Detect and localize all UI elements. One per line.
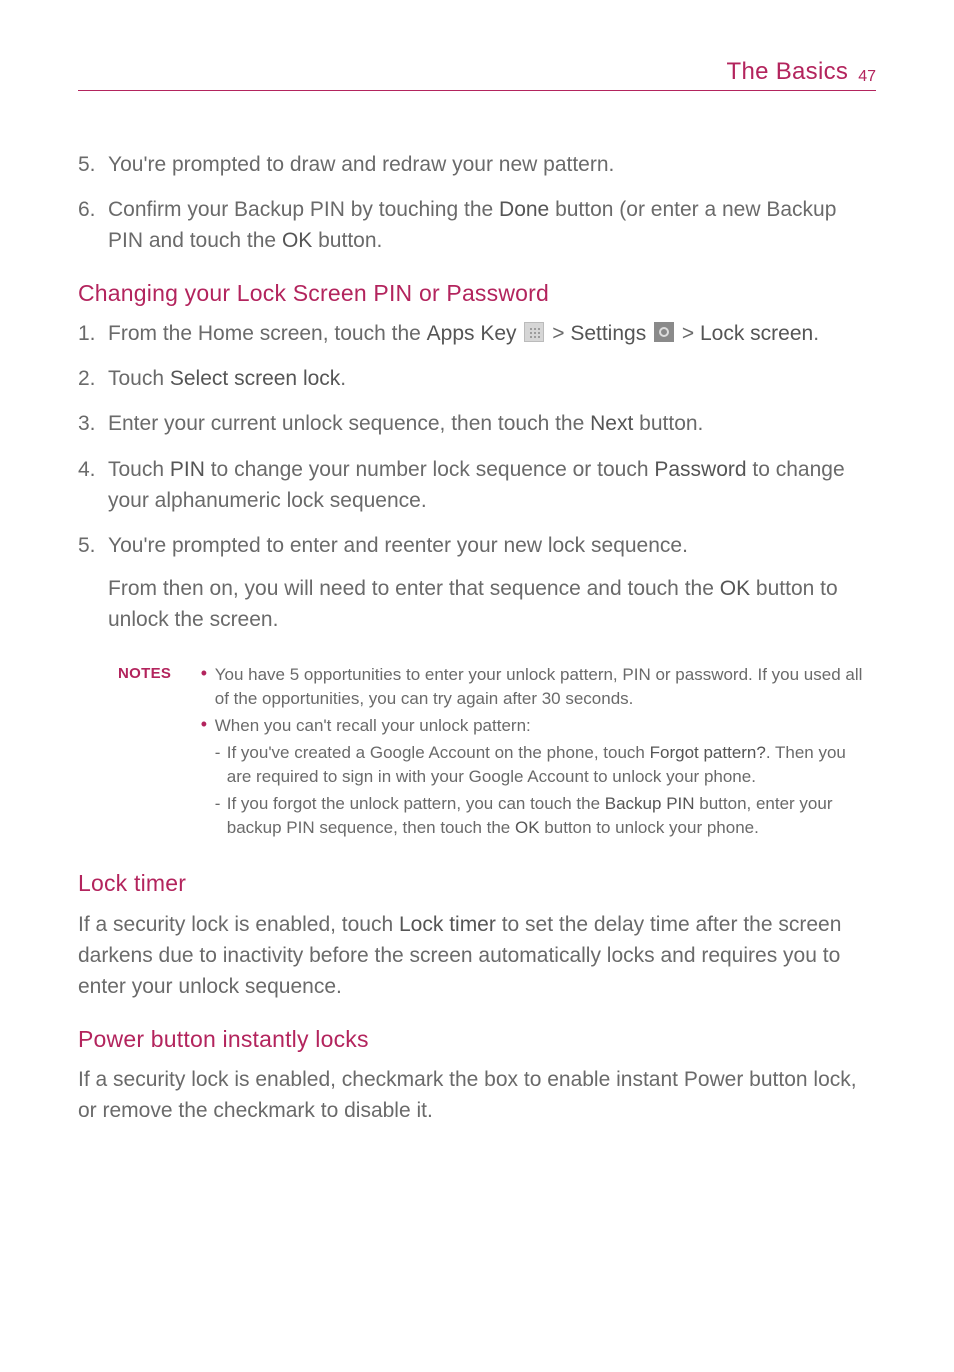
section-title: The Basics: [726, 58, 848, 86]
changing-step-5: 5. You're prompted to enter and reenter …: [78, 530, 876, 649]
ok-label: OK: [515, 818, 540, 837]
step-number: 3.: [78, 408, 108, 439]
text-fragment: button.: [633, 412, 703, 435]
done-label: Done: [499, 198, 549, 221]
power-button-paragraph: If a security lock is enabled, checkmark…: [78, 1064, 876, 1126]
note-text: When you can't recall your unlock patter…: [215, 714, 875, 738]
text-fragment: >: [676, 322, 700, 345]
step-body: From the Home screen, touch the Apps Key…: [108, 318, 876, 349]
lock-screen-label: Lock screen: [700, 322, 813, 345]
step-number: 4.: [78, 454, 108, 516]
text-fragment: .: [813, 322, 819, 345]
text-fragment: From then on, you will need to enter tha…: [108, 577, 720, 600]
text-fragment: You're prompted to enter and reenter you…: [108, 530, 876, 561]
text-fragment: Touch: [108, 458, 170, 481]
ok-label: OK: [720, 577, 750, 600]
note-text: You have 5 opportunities to enter your u…: [215, 663, 875, 711]
step-number: 1.: [78, 318, 108, 349]
text-fragment: From the Home screen, touch the: [108, 322, 427, 345]
pin-label: PIN: [170, 458, 205, 481]
text-fragment: .: [340, 367, 346, 390]
select-screen-lock-label: Select screen lock: [170, 367, 340, 390]
heading-changing-pin: Changing your Lock Screen PIN or Passwor…: [78, 276, 876, 310]
apps-key-label: Apps Key: [427, 322, 517, 345]
pattern-step-6: 6. Confirm your Backup PIN by touching t…: [78, 194, 876, 256]
note-dash-1: - If you've created a Google Account on …: [215, 741, 875, 789]
step-number: 5.: [78, 530, 108, 649]
text-fragment: button to unlock your phone.: [540, 818, 759, 837]
lock-timer-label: Lock timer: [399, 913, 496, 936]
page-header: The Basics 47: [78, 58, 876, 91]
dash-mark: -: [215, 792, 227, 840]
step-body: Enter your current unlock sequence, then…: [108, 408, 876, 439]
page-number: 47: [858, 68, 876, 86]
backup-pin-label: Backup PIN: [605, 794, 695, 813]
note-content: When you can't recall your unlock patter…: [215, 714, 875, 842]
step-body: Confirm your Backup PIN by touching the …: [108, 194, 876, 256]
step-body: You're prompted to enter and reenter you…: [108, 530, 876, 649]
step-body: You're prompted to draw and redraw your …: [108, 149, 876, 180]
bullet-dot-icon: •: [201, 663, 215, 711]
step-number: 5.: [78, 149, 108, 180]
note-bullet-2: • When you can't recall your unlock patt…: [201, 714, 875, 842]
password-label: Password: [654, 458, 746, 481]
dash-content: If you've created a Google Account on th…: [227, 741, 875, 789]
changing-step-1: 1. From the Home screen, touch the Apps …: [78, 318, 876, 349]
changing-step-4: 4. Touch PIN to change your number lock …: [78, 454, 876, 516]
notes-body: • You have 5 opportunities to enter your…: [201, 663, 875, 847]
heading-power-button: Power button instantly locks: [78, 1022, 876, 1056]
apps-key-icon: [524, 322, 544, 342]
step-body: Touch Select screen lock.: [108, 363, 876, 394]
page-container: The Basics 47 5. You're prompted to draw…: [0, 0, 954, 1204]
text-fragment: If you've created a Google Account on th…: [227, 743, 650, 762]
pattern-step-5: 5. You're prompted to draw and redraw yo…: [78, 149, 876, 180]
text-fragment: If you forgot the unlock pattern, you ca…: [227, 794, 605, 813]
dash-content: If you forgot the unlock pattern, you ca…: [227, 792, 875, 840]
settings-label: Settings: [570, 322, 646, 345]
text-fragment: >: [546, 322, 570, 345]
dash-mark: -: [215, 741, 227, 789]
text-fragment: to change your number lock sequence or t…: [205, 458, 654, 481]
continuation-paragraph: From then on, you will need to enter tha…: [108, 573, 876, 635]
text-fragment: Confirm your Backup PIN by touching the: [108, 198, 499, 221]
forgot-pattern-label: Forgot pattern?: [650, 743, 766, 762]
page-content: 5. You're prompted to draw and redraw yo…: [78, 149, 876, 1126]
text-fragment: Enter your current unlock sequence, then…: [108, 412, 590, 435]
text-fragment: button.: [312, 229, 382, 252]
text-fragment: Touch: [108, 367, 170, 390]
bullet-dot-icon: •: [201, 714, 215, 842]
notes-block: NOTES • You have 5 opportunities to ente…: [118, 663, 876, 847]
lock-timer-paragraph: If a security lock is enabled, touch Loc…: [78, 909, 876, 1002]
changing-step-2: 2. Touch Select screen lock.: [78, 363, 876, 394]
next-label: Next: [590, 412, 633, 435]
note-dash-2: - If you forgot the unlock pattern, you …: [215, 792, 875, 840]
step-number: 6.: [78, 194, 108, 256]
changing-step-3: 3. Enter your current unlock sequence, t…: [78, 408, 876, 439]
text-fragment: If a security lock is enabled, touch: [78, 913, 399, 936]
notes-label: NOTES: [118, 663, 196, 684]
step-body: Touch PIN to change your number lock seq…: [108, 454, 876, 516]
heading-lock-timer: Lock timer: [78, 866, 876, 900]
step-number: 2.: [78, 363, 108, 394]
settings-gear-icon: [654, 322, 674, 342]
ok-label: OK: [282, 229, 312, 252]
note-bullet-1: • You have 5 opportunities to enter your…: [201, 663, 875, 711]
